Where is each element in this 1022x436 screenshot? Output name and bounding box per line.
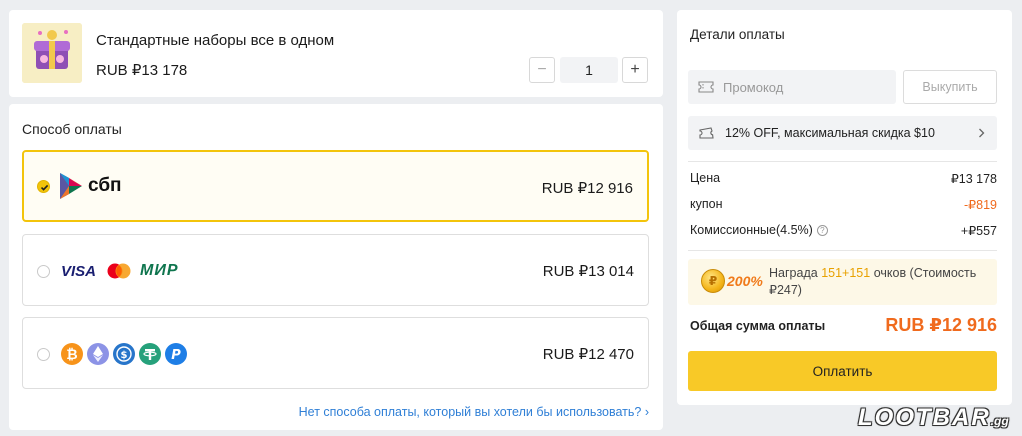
watermark-brand: LOOTBAR — [858, 404, 991, 431]
pay-button[interactable]: Оплатить — [688, 351, 997, 391]
payment-methods-panel: Способ оплаты сбп RUB ₽12 916 VISA МИР R… — [9, 104, 663, 430]
svg-text:₿: ₿ — [66, 347, 77, 363]
mir-logo: МИР — [140, 262, 179, 279]
ticket-icon — [698, 81, 714, 93]
payment-method-price: RUB ₽12 470 — [542, 346, 634, 363]
tether-icon — [139, 343, 161, 365]
reward-text: Награда 151+151 очков (Стоимость ₽247) — [769, 265, 989, 299]
fee-label: Комиссионные(4.5%) — [690, 223, 813, 237]
usdc-icon: $ — [113, 343, 135, 365]
fee-value: +₽557 — [960, 224, 997, 238]
payment-method-crypto[interactable]: ₿ $ P RUB ₽12 470 — [22, 317, 649, 389]
reward-points: 151+151 — [821, 266, 871, 280]
payment-details-panel: Детали оплаты Промокод Выкупить 12% OFF,… — [677, 10, 1012, 405]
radio-icon[interactable] — [37, 348, 50, 361]
svg-text:P: P — [171, 348, 181, 363]
coupon-icon — [699, 126, 714, 139]
product-thumbnail — [22, 23, 82, 83]
watermark-suffix: .gg — [990, 414, 1009, 428]
payment-logos: сбп — [60, 172, 122, 200]
paypal-icon: P — [165, 343, 187, 365]
radio-checked-icon[interactable] — [37, 180, 50, 193]
quantity-decrease-button[interactable]: − — [529, 57, 555, 83]
reward-prefix: Награда — [769, 266, 818, 280]
coupon-line: купон -₽819 — [690, 197, 997, 212]
chevron-right-icon — [979, 128, 985, 138]
reward-banner: ₽ 200% Награда 151+151 очков (Стоимость … — [688, 259, 997, 305]
lootbar-watermark: LOOTBAR.gg — [858, 404, 1009, 432]
payment-logos: ₿ $ P — [61, 340, 187, 368]
product-price: RUB ₽13 178 — [96, 62, 188, 79]
sbp-label: сбп — [88, 175, 122, 196]
payment-method-cards[interactable]: VISA МИР RUB ₽13 014 — [22, 234, 649, 306]
total-value: RUB ₽12 916 — [885, 315, 997, 335]
promo-placeholder: Промокод — [723, 79, 784, 95]
sbp-logo — [60, 173, 82, 199]
quantity-input[interactable]: 1 — [560, 57, 618, 83]
price-line: Цена ₽13 178 — [690, 171, 997, 186]
coupon-selector[interactable]: 12% OFF, максимальная скидка $10 — [688, 116, 997, 150]
payment-method-sbp[interactable]: сбп RUB ₽12 916 — [22, 150, 649, 222]
redeem-button[interactable]: Выкупить — [903, 70, 997, 104]
fee-line: Комиссионные(4.5%)? +₽557 — [690, 223, 997, 238]
mastercard-logo — [107, 263, 131, 279]
payment-logos: VISA МИР — [61, 257, 179, 285]
coupon-label: купон — [690, 197, 723, 211]
quantity-increase-button[interactable]: + — [622, 57, 648, 83]
coupon-text: 12% OFF, максимальная скидка $10 — [725, 126, 935, 140]
coin-icon: ₽ — [701, 269, 725, 293]
payment-method-price: RUB ₽12 916 — [541, 180, 633, 197]
promo-code-input[interactable]: Промокод — [688, 70, 896, 104]
visa-logo: VISA — [61, 262, 97, 280]
divider — [688, 250, 997, 251]
coupon-value: -₽819 — [964, 198, 997, 212]
help-icon[interactable]: ? — [816, 225, 828, 236]
product-card: Стандартные наборы все в одном RUB ₽13 1… — [9, 10, 663, 97]
payment-section-title: Способ оплаты — [22, 121, 122, 137]
price-label: Цена — [690, 171, 721, 185]
svg-text:$: $ — [121, 350, 128, 361]
reward-percent: 200% — [727, 273, 763, 289]
bitcoin-icon: ₿ — [61, 343, 83, 365]
no-payment-method-link[interactable]: Нет способа оплаты, который вы хотели бы… — [299, 405, 649, 419]
product-title: Стандартные наборы все в одном — [96, 32, 335, 49]
total-label: Общая сумма оплаты — [690, 319, 826, 333]
radio-icon[interactable] — [37, 265, 50, 278]
payment-method-price: RUB ₽13 014 — [542, 263, 634, 280]
ethereum-icon — [87, 343, 109, 365]
price-value: ₽13 178 — [950, 172, 997, 186]
details-title: Детали оплаты — [690, 27, 785, 42]
divider — [688, 161, 997, 162]
